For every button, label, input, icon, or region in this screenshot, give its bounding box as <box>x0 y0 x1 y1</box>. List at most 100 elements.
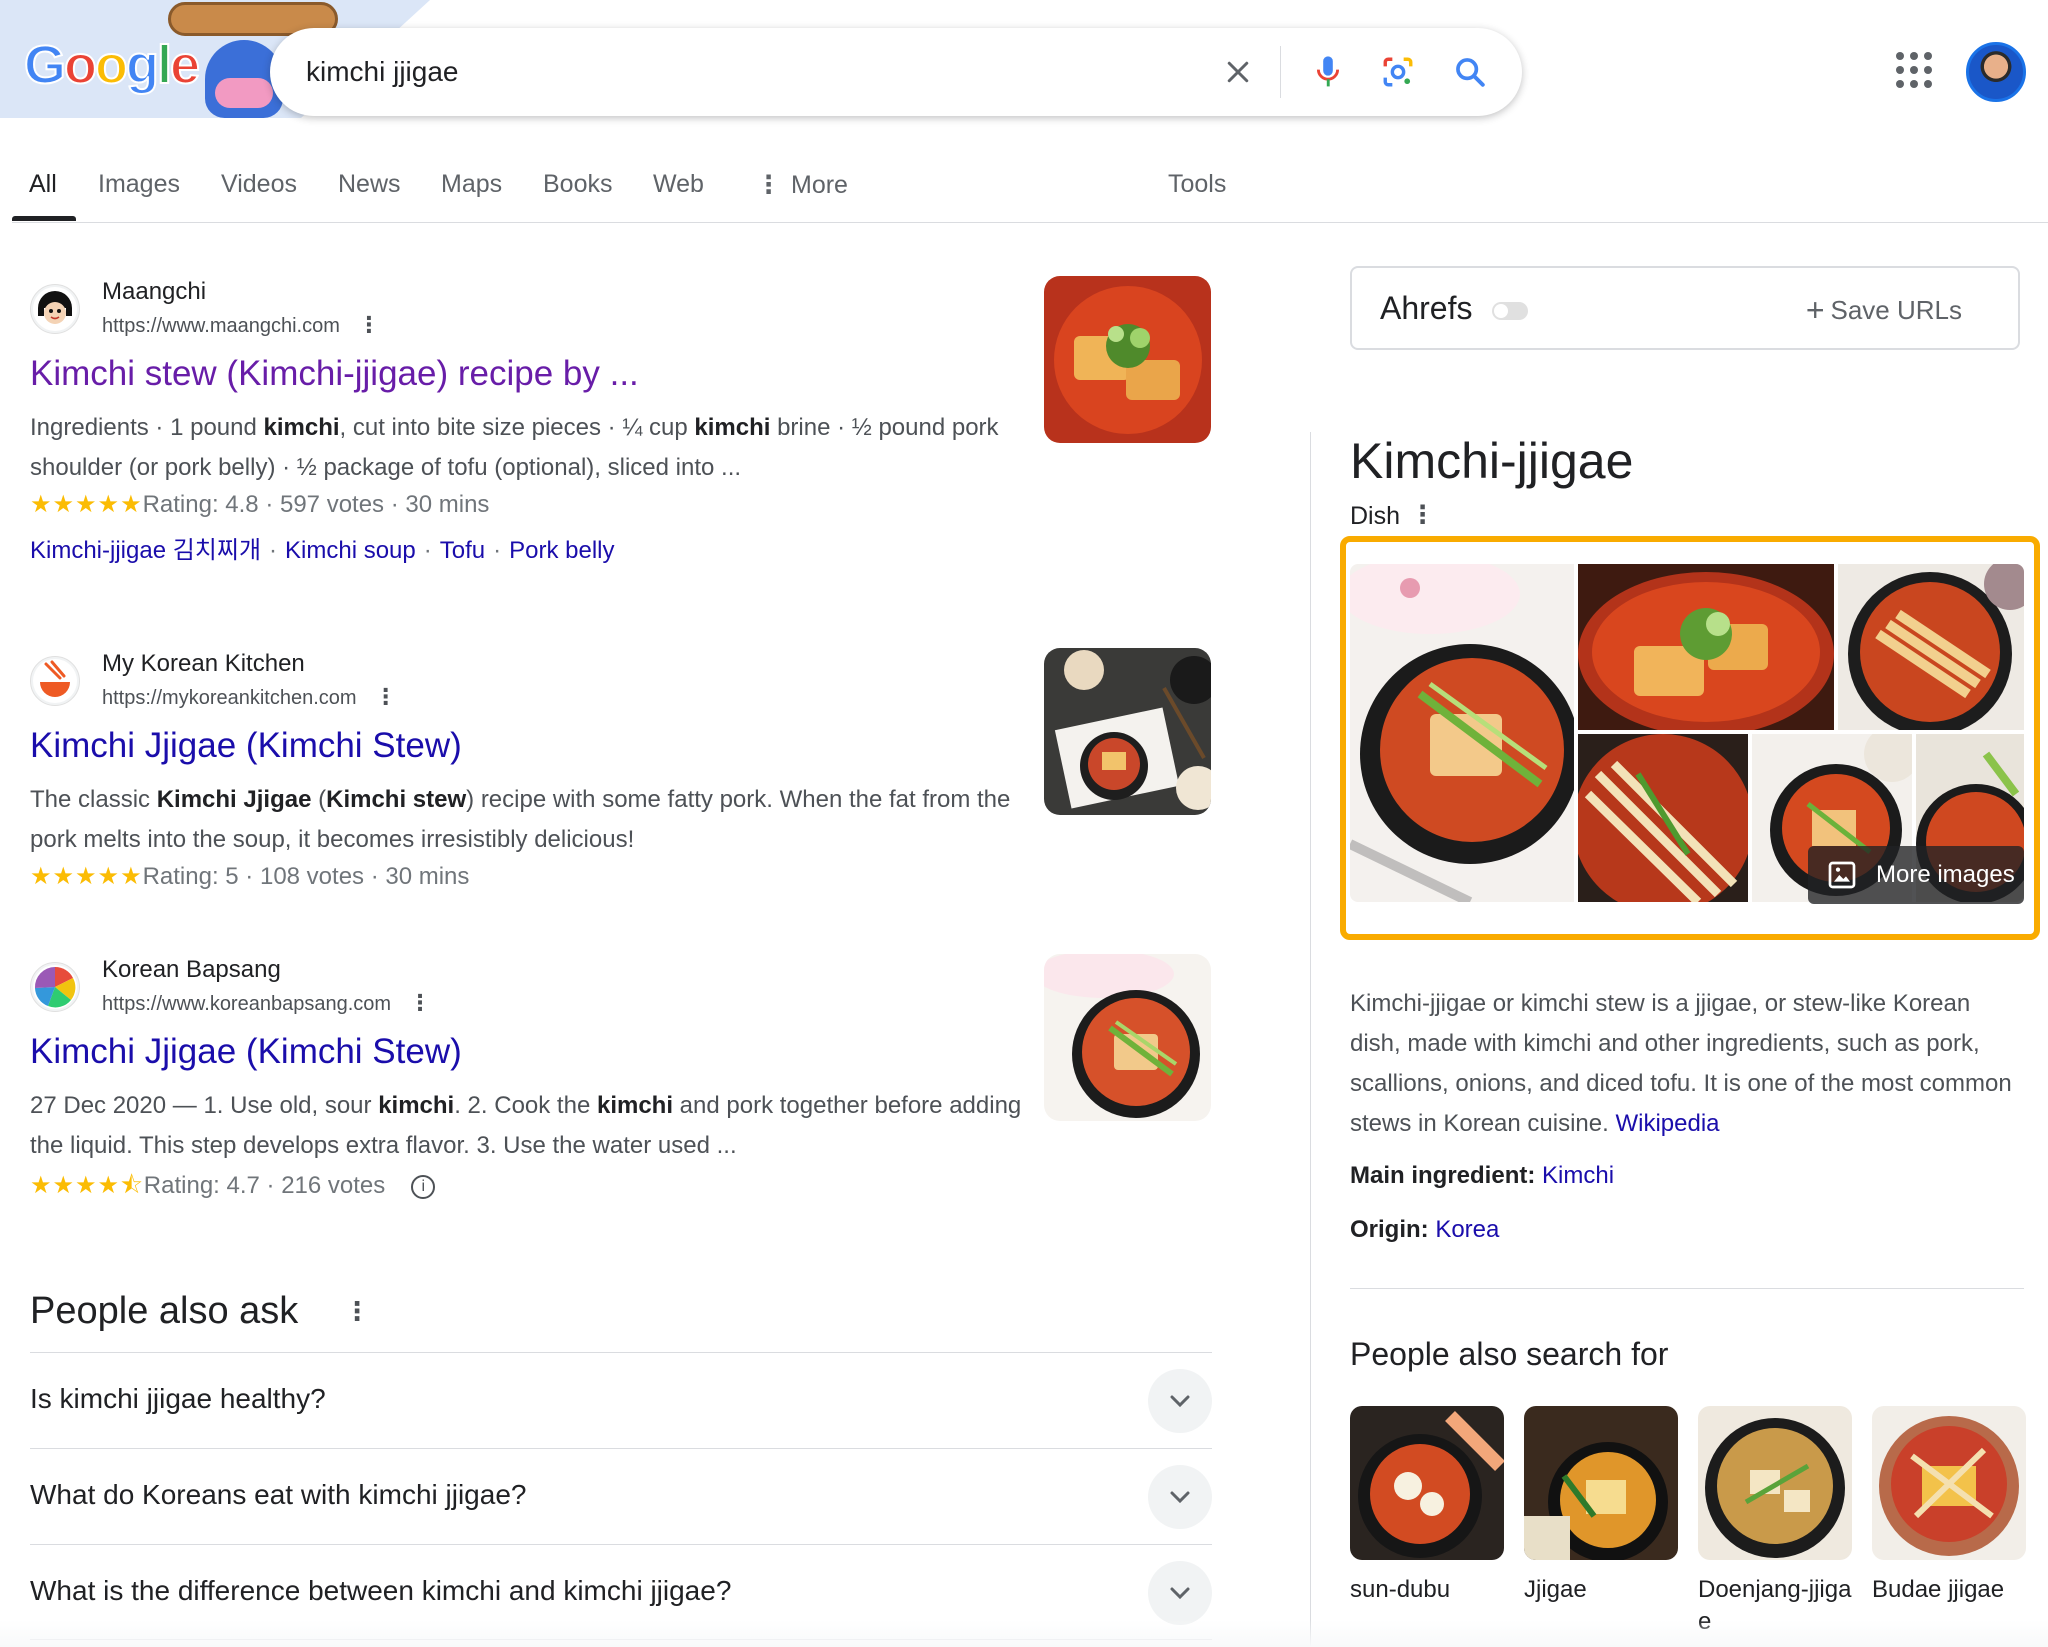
knowledge-panel-divider <box>1350 1288 2024 1289</box>
google-lens-icon[interactable] <box>1376 50 1420 94</box>
search-result-maangchi: Maangchi https://www.maangchi.com⋮ Kimch… <box>30 278 1030 578</box>
sitelink-kimchi-jjigae[interactable]: Kimchi-jjigae 김치찌개 <box>30 537 261 564</box>
result-snippet: 27 Dec 2020 — 1. Use old, sour kimchi. 2… <box>30 1086 1030 1166</box>
paa-menu-icon[interactable]: ⋮ <box>344 1296 370 1327</box>
result-sitelinks: Kimchi-jjigae 김치찌개·Kimchi soup·Tofu·Pork… <box>30 530 615 565</box>
result-rating: ★★★★★Rating: 5 · 108 votes · 30 mins <box>30 862 469 891</box>
search-box[interactable] <box>270 28 1522 116</box>
pasf-label: sun-dubu <box>1350 1574 1504 1606</box>
more-images-button[interactable]: More images <box>1808 846 2024 904</box>
result-url[interactable]: https://mykoreankitchen.com ⋮ <box>102 684 397 710</box>
paa-question[interactable]: Is kimchi jjigae healthy? <box>30 1352 1212 1448</box>
knowledge-panel-subtitle: Dish <box>1350 502 1400 531</box>
gallery-image[interactable] <box>1838 564 2024 730</box>
chevron-down-icon[interactable] <box>1148 1465 1212 1529</box>
fact-value-link[interactable]: Korea <box>1435 1216 1499 1243</box>
tab-more-label: More <box>791 171 848 199</box>
pasf-image <box>1698 1406 1852 1560</box>
save-urls-label: Save URLs <box>1831 295 1963 325</box>
microphone-icon[interactable] <box>1306 50 1350 94</box>
result-url-text: https://www.koreanbapsang.com <box>102 993 391 1015</box>
rating-stars: ★★★★★ <box>30 863 143 890</box>
result-menu-icon[interactable]: ⋮ <box>375 684 397 710</box>
knowledge-panel-title: Kimchi-jjigae <box>1350 432 1633 490</box>
fact-label: Main ingredient: <box>1350 1162 1535 1189</box>
knowledge-panel-description: Kimchi-jjigae or kimchi stew is a jjigae… <box>1350 984 2026 1144</box>
result-menu-icon[interactable]: ⋮ <box>358 312 380 338</box>
result-site-name[interactable]: My Korean Kitchen <box>102 650 305 678</box>
gallery-image[interactable] <box>1578 564 1834 730</box>
pasf-label: Jjigae <box>1524 1574 1678 1606</box>
result-thumbnail[interactable] <box>1044 648 1211 815</box>
search-input[interactable] <box>306 54 1106 90</box>
fact-value-link[interactable]: Kimchi <box>1542 1162 1614 1189</box>
ahrefs-toggle[interactable] <box>1492 302 1528 320</box>
rating-text: Rating: 5 · 108 votes · 30 mins <box>143 863 470 890</box>
more-images-label: More images <box>1876 861 2015 889</box>
knowledge-panel-menu-icon[interactable]: ⋮ <box>1410 500 1435 530</box>
rating-text: Rating: 4.8 · 597 votes · 30 mins <box>143 491 490 518</box>
result-url[interactable]: https://www.koreanbapsang.com ⋮ <box>102 990 431 1016</box>
result-title-link[interactable]: Kimchi Jjigae (Kimchi Stew) <box>30 726 462 766</box>
pasf-image <box>1872 1406 2026 1560</box>
tab-more[interactable]: ⋮ More <box>756 170 848 200</box>
fact-origin: Origin: Korea <box>1350 1216 1499 1244</box>
people-also-ask-heading: People also ask <box>30 1290 298 1333</box>
gallery-image[interactable] <box>1350 564 1574 902</box>
rating-stars: ★★★★★ <box>30 491 143 518</box>
paa-question[interactable]: What do Koreans eat with kimchi jjigae? <box>30 1448 1212 1544</box>
pasf-item-sun-dubu[interactable]: sun-dubu <box>1350 1406 1504 1606</box>
search-icon[interactable] <box>1448 50 1492 94</box>
active-tab-indicator <box>12 216 76 221</box>
result-title-link[interactable]: Kimchi Jjigae (Kimchi Stew) <box>30 1032 462 1072</box>
result-site-name[interactable]: Maangchi <box>102 278 206 306</box>
rating-stars: ★★★★⯪ <box>30 1172 144 1199</box>
sitelink-tofu[interactable]: Tofu <box>440 537 485 564</box>
tab-maps[interactable]: Maps <box>441 170 502 199</box>
result-url-text: https://mykoreankitchen.com <box>102 687 357 709</box>
maangchi-favicon <box>30 284 80 334</box>
result-title-link[interactable]: Kimchi stew (Kimchi-jjigae) recipe by ..… <box>30 354 639 394</box>
tab-news[interactable]: News <box>338 170 401 199</box>
tab-videos[interactable]: Videos <box>221 170 297 199</box>
plus-icon: + <box>1806 292 1825 328</box>
result-thumbnail[interactable] <box>1044 276 1211 443</box>
google-apps-icon[interactable] <box>1896 52 1932 88</box>
tab-all[interactable]: All <box>29 170 57 199</box>
tabs-divider <box>12 222 2048 223</box>
paa-question-text: Is kimchi jjigae healthy? <box>30 1383 326 1415</box>
tools-button[interactable]: Tools <box>1168 170 1226 199</box>
column-divider <box>1310 432 1311 1647</box>
gallery-image[interactable] <box>1578 734 1748 902</box>
chevron-down-icon[interactable] <box>1148 1369 1212 1433</box>
wikipedia-link[interactable]: Wikipedia <box>1615 1110 1719 1137</box>
search-tabs: All Images Videos News Maps Books Web ⋮ M… <box>0 156 2048 224</box>
result-snippet: Ingredients · 1 pound kimchi, cut into b… <box>30 408 1030 488</box>
result-site-name[interactable]: Korean Bapsang <box>102 956 281 984</box>
result-snippet: The classic Kimchi Jjigae (Kimchi stew) … <box>30 780 1030 860</box>
pasf-item-budae-jjigae[interactable]: Budae jjigae <box>1872 1406 2026 1606</box>
account-avatar[interactable] <box>1966 42 2026 102</box>
chevron-down-icon[interactable] <box>1148 1561 1212 1625</box>
pasf-item-jjigae[interactable]: Jjigae <box>1524 1406 1678 1606</box>
result-thumbnail[interactable] <box>1044 954 1211 1121</box>
tab-books[interactable]: Books <box>543 170 612 199</box>
tab-web[interactable]: Web <box>653 170 704 199</box>
paa-question-text: What is the difference between kimchi an… <box>30 1575 731 1607</box>
sitelink-kimchi-soup[interactable]: Kimchi soup <box>285 537 416 564</box>
fact-label: Origin: <box>1350 1216 1429 1243</box>
search-result-korean-bapsang: Korean Bapsang https://www.koreanbapsang… <box>30 956 1030 1216</box>
ahrefs-logo: Ahrefs <box>1380 290 1472 327</box>
info-icon[interactable]: i <box>411 1175 435 1199</box>
sitelink-pork-belly[interactable]: Pork belly <box>509 537 614 564</box>
google-logo: Google <box>24 34 198 96</box>
result-menu-icon[interactable]: ⋮ <box>409 990 431 1016</box>
more-kebab-icon: ⋮ <box>756 171 781 199</box>
pasf-item-doenjang-jjigae[interactable]: Doenjang-jjigae <box>1698 1406 1852 1638</box>
result-rating: ★★★★★Rating: 4.8 · 597 votes · 30 mins <box>30 490 489 519</box>
clear-icon[interactable] <box>1216 50 1260 94</box>
result-url[interactable]: https://www.maangchi.com⋮ <box>102 312 380 338</box>
rating-text: Rating: 4.7 · 216 votes <box>144 1172 385 1199</box>
save-urls-button[interactable]: +Save URLs <box>1806 292 1962 329</box>
tab-images[interactable]: Images <box>98 170 180 199</box>
